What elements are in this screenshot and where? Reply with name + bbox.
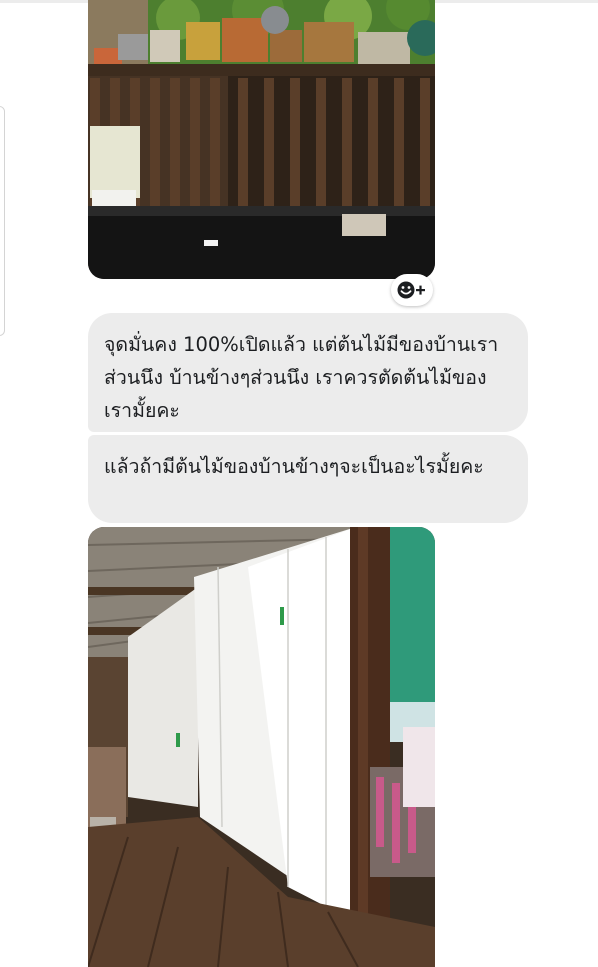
porch-photo-image bbox=[88, 0, 435, 279]
add-reaction-button[interactable] bbox=[391, 274, 433, 306]
room-photo-image bbox=[88, 527, 435, 967]
smiley-plus-icon bbox=[397, 281, 425, 299]
message-photo-room[interactable] bbox=[88, 527, 435, 967]
message-bubble[interactable]: แล้วถ้ามีต้นไม้ของบ้านข้างๆจะเป็นอะไรมั้… bbox=[88, 435, 528, 523]
message-bubble[interactable]: จุดมั่นคง 100%เปิดแล้ว แต่ต้นไม้มีของบ้า… bbox=[88, 313, 528, 432]
message-photo-porch[interactable] bbox=[88, 0, 435, 279]
side-panel-handle[interactable] bbox=[0, 106, 5, 336]
